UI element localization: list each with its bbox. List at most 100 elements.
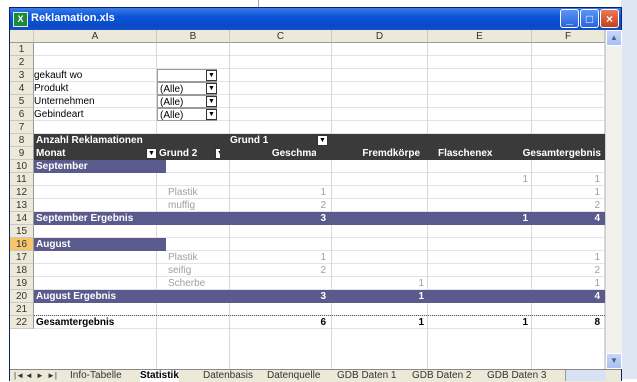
- pivot-value-geschmack: 1: [320, 252, 326, 263]
- desktop-background-top: [0, 0, 637, 7]
- row-header-4[interactable]: 4: [10, 82, 34, 95]
- row-header-18[interactable]: 18: [10, 264, 34, 277]
- page-field-label: gekauft wo: [34, 70, 83, 81]
- sheet-tab-info-tabelle[interactable]: Info-Tabelle: [70, 370, 122, 382]
- pivot-value-gesamt: 2: [594, 200, 600, 211]
- vertical-scrollbar[interactable]: ▲ ▼: [605, 30, 622, 369]
- row-header-6[interactable]: 6: [10, 108, 34, 121]
- row-header-12[interactable]: 12: [10, 186, 34, 199]
- scroll-down-button[interactable]: ▼: [606, 353, 622, 369]
- column-header-f[interactable]: F: [532, 30, 605, 43]
- pivot-column-field[interactable]: Grund 1: [230, 134, 300, 147]
- excel-window: X Reklamation.xls _ □ × ABCDEF1234567891…: [9, 7, 622, 382]
- grund2-value: Plastik: [168, 252, 198, 263]
- group-name: August: [36, 238, 156, 251]
- row-header-8[interactable]: 8: [10, 134, 34, 147]
- pivot-value-gesamt: 1: [594, 278, 600, 289]
- group-total-flasche: 1: [470, 212, 528, 225]
- row-header-21[interactable]: 21: [10, 303, 34, 316]
- maximize-button[interactable]: □: [580, 9, 599, 28]
- column-header-c[interactable]: C: [230, 30, 332, 43]
- excel-icon[interactable]: X: [13, 12, 28, 27]
- row-header-2[interactable]: 2: [10, 56, 34, 69]
- desktop-background-right: [621, 0, 637, 379]
- column-header-d[interactable]: D: [332, 30, 428, 43]
- pivot-value-gesamt: 2: [594, 265, 600, 276]
- pivot-value-geschmack: 2: [320, 200, 326, 211]
- group-total-gesamt: 4: [542, 290, 600, 303]
- close-button[interactable]: ×: [600, 9, 619, 28]
- group-total-geschmack: 3: [268, 290, 326, 303]
- grand-total-geschmack: 6: [320, 317, 326, 328]
- column-header-a[interactable]: A: [34, 30, 157, 43]
- grund2-value: Scherbe: [168, 278, 206, 289]
- grund2-value: Plastik: [168, 187, 198, 198]
- page-field-label: Produkt: [34, 83, 69, 94]
- horizontal-scrollbar[interactable]: [565, 370, 606, 381]
- grund2-value: muffig: [168, 200, 196, 211]
- gridline-col: [531, 43, 532, 369]
- sheet-tab-datenquelle[interactable]: Datenquelle: [267, 370, 320, 382]
- row-header-10[interactable]: 10: [10, 160, 34, 173]
- row-header-1[interactable]: 1: [10, 43, 34, 56]
- group-total-fremd: 1: [366, 290, 424, 303]
- row-header-15[interactable]: 15: [10, 225, 34, 238]
- page-field-dropdown[interactable]: ▼: [206, 70, 217, 81]
- gridline-col: [427, 43, 428, 369]
- row-header-3[interactable]: 3: [10, 69, 34, 82]
- pivot-row-field-month[interactable]: Monat: [36, 147, 136, 160]
- pivot-row-field-grund2[interactable]: Grund 2: [159, 147, 209, 160]
- minimize-button[interactable]: _: [560, 9, 579, 28]
- column-field-dropdown[interactable]: ▼: [317, 135, 328, 146]
- group-total-label: September Ergebnis: [36, 212, 186, 225]
- page-field-label: Gebindeart: [34, 109, 84, 120]
- pivot-value-fremd: 1: [418, 278, 424, 289]
- row-header-19[interactable]: 19: [10, 277, 34, 290]
- page-field-dropdown[interactable]: ▼: [206, 83, 217, 94]
- column-header-e[interactable]: E: [428, 30, 532, 43]
- tab-nav-button[interactable]: |◄: [14, 371, 24, 381]
- row-header-5[interactable]: 5: [10, 95, 34, 108]
- row-field-month-dropdown[interactable]: ▼: [146, 148, 157, 159]
- row-header-22[interactable]: 22: [10, 316, 34, 329]
- sheet-tab-datenbasis[interactable]: Datenbasis: [203, 370, 253, 382]
- row-header-11[interactable]: 11: [10, 173, 34, 186]
- select-all-corner[interactable]: [10, 30, 34, 43]
- gridline-col: [331, 43, 332, 369]
- pivot-column-header: Fremdkörper: [316, 147, 424, 160]
- column-header-b[interactable]: B: [157, 30, 230, 43]
- row-header-9[interactable]: 9: [10, 147, 34, 160]
- tab-nav-button[interactable]: ◄: [25, 371, 33, 381]
- page-field-label: Unternehmen: [34, 96, 95, 107]
- grand-total-label: Gesamtergebnis: [36, 317, 115, 328]
- pivot-value-gesamt: 1: [594, 174, 600, 185]
- row-header-14[interactable]: 14: [10, 212, 34, 225]
- page-field-dropdown[interactable]: ▼: [206, 96, 217, 107]
- sheet-tab-gdb-daten-1[interactable]: GDB Daten 1: [337, 370, 396, 382]
- row-header-17[interactable]: 17: [10, 251, 34, 264]
- group-total-geschmack: 3: [268, 212, 326, 225]
- pivot-value-flasche: 1: [522, 174, 528, 185]
- group-name: September: [36, 160, 156, 173]
- group-total-gesamt: 4: [542, 212, 600, 225]
- gridline-col: [229, 43, 230, 369]
- gridline-row: [34, 55, 605, 56]
- pivot-value-gesamt: 1: [594, 252, 600, 263]
- grand-total-flasche: 1: [522, 317, 528, 328]
- row-header-16[interactable]: 16: [10, 238, 34, 251]
- row-header-20[interactable]: 20: [10, 290, 34, 303]
- sheet-tab-gdb-daten-2[interactable]: GDB Daten 2: [412, 370, 471, 382]
- tab-nav-button[interactable]: ►|: [47, 371, 57, 381]
- title-bar[interactable]: X Reklamation.xls _ □ ×: [10, 8, 621, 30]
- group-total-label: August Ergebnis: [36, 290, 186, 303]
- scroll-up-button[interactable]: ▲: [606, 30, 622, 46]
- sheet-tab-gdb-daten-3[interactable]: GDB Daten 3: [487, 370, 546, 382]
- row-header-13[interactable]: 13: [10, 199, 34, 212]
- tab-nav-button[interactable]: ►: [36, 371, 44, 381]
- sheet-tab-statistik[interactable]: Statistik: [140, 370, 179, 382]
- row-header-7[interactable]: 7: [10, 121, 34, 134]
- sheet-tab-bar: |◄ ◄ ► ►| Info-Tabelle Statistik Datenbasis Dat…: [10, 369, 621, 382]
- pivot-column-header: Geschmack: [220, 147, 328, 160]
- pivot-value-geschmack: 1: [320, 187, 326, 198]
- page-field-dropdown[interactable]: ▼: [206, 109, 217, 120]
